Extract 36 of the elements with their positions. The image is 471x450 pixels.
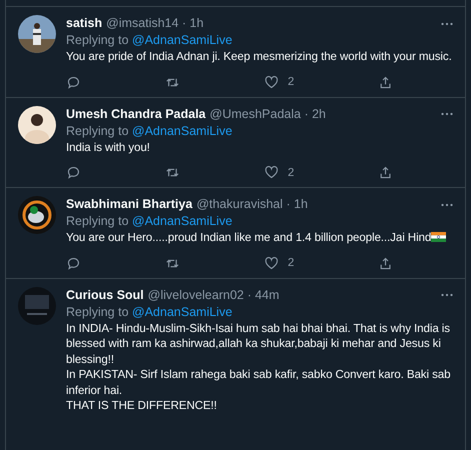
- user-handle: @thakuravishal · 1h: [196, 196, 308, 213]
- replying-label: Replying to: [66, 304, 129, 318]
- like-count: 2: [288, 76, 294, 88]
- mention-link[interactable]: @AdnanSamiLive: [132, 33, 232, 47]
- tweet-text: In INDIA- Hindu-Muslim-Sikh-Isai hum sab hai bhai bhai. That is why India is blessed with ram ka ashirwad,allah ka shukar,babaji ki mehar and Jesus ki blessing!! In PAKISTAN- Sirf Islam rahega baki sab kafir, sabko Convert karo. Baki sab inferior hai. THAT IS THE DIFFERENCE!!: [66, 320, 452, 414]
- like-count: 2: [288, 166, 294, 178]
- mention-link[interactable]: @AdnanSamiLive: [132, 214, 232, 228]
- user-name[interactable]: satish: [66, 15, 102, 32]
- tweet-text: India is with you!: [66, 140, 151, 155]
- user-handle: @UmeshPadala · 2h: [210, 106, 326, 122]
- share-icon[interactable]: [378, 165, 393, 180]
- reply-icon[interactable]: [66, 256, 81, 270]
- replying-label: Replying to: [66, 33, 129, 47]
- reply-icon[interactable]: [66, 74, 81, 90]
- heart-icon[interactable]: [264, 256, 279, 270]
- replying-label: Replying to: [66, 214, 129, 228]
- reply-icon[interactable]: [66, 165, 81, 180]
- mention-link[interactable]: @AdnanSamiLive: [132, 124, 232, 138]
- mention-link[interactable]: @AdnanSamiLive: [132, 304, 232, 318]
- tweet-text: You are pride of India Adnan ji. Keep mesmerizing the world with your music.: [66, 49, 453, 64]
- more-icon[interactable]: [441, 293, 453, 297]
- share-icon[interactable]: [378, 256, 393, 270]
- like-count: 2: [288, 257, 294, 269]
- share-icon[interactable]: [378, 74, 393, 90]
- user-name[interactable]: Curious Soul: [66, 286, 144, 304]
- user-handle: @livelovelearn02 · 44m: [148, 286, 280, 304]
- user-name[interactable]: Umesh Chandra Padala: [66, 106, 206, 122]
- tweet-text: You are our Hero.....proud Indian like me and 1.4 billion people...Jai Hind: [66, 230, 453, 246]
- user-name[interactable]: Swabhimani Bhartiya: [66, 196, 192, 213]
- user-handle: @imsatish14 · 1h: [106, 15, 204, 32]
- heart-icon[interactable]: [264, 165, 279, 180]
- more-icon[interactable]: [441, 22, 453, 26]
- replying-label: Replying to: [66, 124, 129, 138]
- heart-icon[interactable]: [264, 74, 279, 90]
- more-icon[interactable]: [441, 202, 453, 206]
- more-icon[interactable]: [441, 112, 453, 116]
